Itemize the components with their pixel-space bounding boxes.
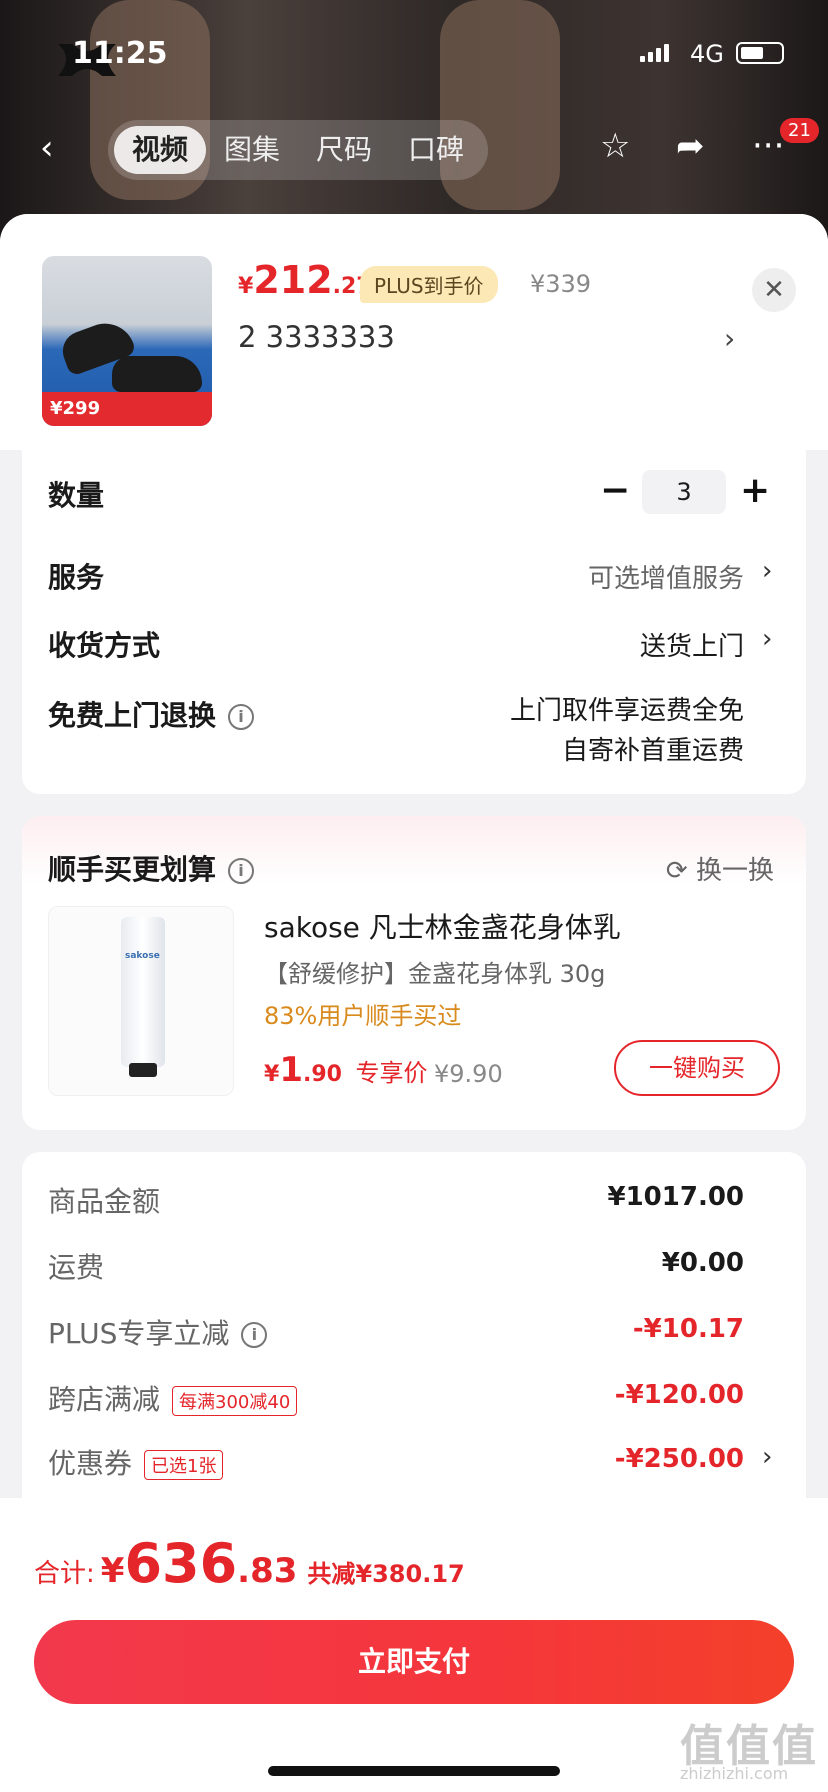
addon-price-currency: ¥	[264, 1062, 280, 1087]
cross-store-tag: 每满300减40	[172, 1386, 298, 1416]
tube-brand: sakose	[125, 951, 160, 961]
free-return-line2: 自寄补首重运费	[561, 736, 744, 766]
total-label: 合计:	[34, 1559, 95, 1589]
chevron-right-icon[interactable]: ›	[762, 1442, 772, 1472]
refresh-icon: ⟳	[665, 856, 696, 886]
goods-amount-label: 商品金额	[48, 1185, 161, 1218]
price-int: 212	[253, 258, 333, 302]
battery-icon	[736, 42, 784, 64]
addon-title: 顺手买更划算 i	[48, 848, 255, 888]
plus-price-tag: PLUS到手价	[360, 266, 498, 303]
cross-store-value: -¥120.00	[614, 1380, 744, 1410]
freight-label: 运费	[48, 1251, 105, 1284]
status-time: 11:25	[72, 36, 168, 71]
thumbnail-price-strip: ¥299	[42, 392, 212, 426]
price-currency: ¥	[238, 274, 254, 299]
network-type: 4G	[690, 40, 724, 68]
close-icon[interactable]: ✕	[752, 268, 796, 312]
tube-cap	[129, 1063, 157, 1077]
cross-store-label: 跨店满减 每满300减40	[48, 1378, 298, 1418]
chevron-right-icon[interactable]: ›	[762, 624, 772, 654]
plus-discount-text: PLUS专享立减	[48, 1317, 230, 1350]
quantity-minus-button[interactable]: −	[600, 470, 630, 511]
cross-store-text: 跨店满减	[48, 1383, 161, 1416]
shoe-right	[112, 356, 202, 392]
total-currency: ¥	[100, 1551, 125, 1591]
addon-price: ¥1.90 专享价	[264, 1050, 428, 1090]
watermark-url: zhizhizhi.com	[680, 1764, 789, 1783]
total-price: 合计: ¥636.83 共减¥380.17	[34, 1532, 465, 1595]
refresh-button[interactable]: ⟳ 换一换	[666, 850, 774, 887]
product-thumbnail[interactable]: ¥299	[42, 256, 212, 426]
addon-price-int: 1	[279, 1050, 303, 1090]
selected-spec[interactable]: 2 3333333	[238, 320, 395, 354]
plus-discount-label: PLUS专享立减 i	[48, 1312, 268, 1352]
free-return-text: 免费上门退换	[48, 699, 217, 732]
addon-price-dec: .90	[302, 1062, 342, 1087]
options-card: 数量 − 3 + 服务 可选增值服务 › 收货方式 送货上门 › 免费上门退换 i…	[22, 450, 806, 794]
share-icon[interactable]: ➦	[676, 126, 705, 166]
addon-product-name[interactable]: sakose 凡士林金盏花身体乳	[264, 906, 621, 946]
price-summary-card: 商品金额 ¥1017.00 运费 ¥0.00 PLUS专享立减 i -¥10.17…	[22, 1152, 806, 1512]
chevron-right-icon[interactable]: ›	[762, 556, 772, 586]
service-value[interactable]: 可选增值服务	[588, 558, 744, 595]
addon-bought-rate: 83%用户顺手买过	[264, 1002, 462, 1030]
quantity-plus-button[interactable]: +	[740, 470, 770, 511]
addon-product-desc: 【舒缓修护】金盏花身体乳 30g	[264, 960, 606, 988]
plus-discount-value: -¥10.17	[632, 1314, 744, 1344]
signal-icon	[640, 44, 669, 62]
free-return-line1: 上门取件享运费全免	[509, 696, 744, 726]
addon-original-price: ¥9.90	[434, 1060, 503, 1088]
top-nav: ‹ 视频 图集 尺码 口碑 ☆ ➦ ··· 21	[0, 112, 828, 180]
tab-reviews[interactable]: 口碑	[390, 126, 482, 174]
original-price: ¥339	[530, 270, 592, 298]
delivery-value[interactable]: 送货上门	[640, 626, 744, 663]
coupon-text: 优惠券	[48, 1447, 133, 1480]
quantity-input[interactable]: 3	[642, 470, 726, 514]
back-icon[interactable]: ‹	[40, 128, 54, 168]
goods-amount-value: ¥1017.00	[607, 1182, 744, 1212]
info-icon[interactable]: i	[241, 1322, 268, 1348]
thumbnail-price: 299	[62, 398, 101, 419]
total-int: 636	[124, 1532, 238, 1595]
tab-gallery[interactable]: 图集	[206, 126, 298, 174]
addon-price-tag: 专享价	[355, 1059, 428, 1087]
delivery-label: 收货方式	[48, 629, 161, 662]
total-saved: 共减¥380.17	[307, 1560, 465, 1588]
refresh-label: 换一换	[695, 856, 774, 886]
product-price: ¥212.27	[238, 258, 372, 302]
coupon-value[interactable]: -¥250.00	[615, 1444, 744, 1474]
chevron-right-icon[interactable]: ›	[724, 322, 735, 355]
cart-badge: 21	[780, 118, 819, 143]
info-icon[interactable]: i	[228, 858, 255, 884]
pay-now-button[interactable]: 立即支付	[34, 1620, 794, 1704]
service-label: 服务	[48, 561, 105, 594]
tab-size[interactable]: 尺码	[298, 126, 390, 174]
tab-video[interactable]: 视频	[114, 126, 207, 174]
free-return-label: 免费上门退换 i	[48, 694, 255, 734]
addon-product-image[interactable]: sakose	[48, 906, 234, 1096]
one-click-buy-button[interactable]: 一键购买	[614, 1040, 780, 1096]
coupon-label: 优惠券 已选1张	[48, 1442, 224, 1482]
favorite-star-icon[interactable]: ☆	[600, 126, 630, 166]
total-dec: .83	[237, 1551, 298, 1591]
media-tabs: 视频 图集 尺码 口碑	[108, 120, 489, 180]
home-indicator	[268, 1766, 560, 1776]
info-icon[interactable]: i	[228, 704, 255, 730]
quantity-label: 数量	[48, 479, 105, 512]
freight-value: ¥0.00	[661, 1248, 744, 1278]
addon-title-text: 顺手买更划算	[48, 853, 217, 886]
coupon-tag: 已选1张	[144, 1450, 224, 1480]
status-bar: 11:25 4G	[0, 36, 828, 76]
lotion-tube: sakose	[121, 917, 165, 1067]
